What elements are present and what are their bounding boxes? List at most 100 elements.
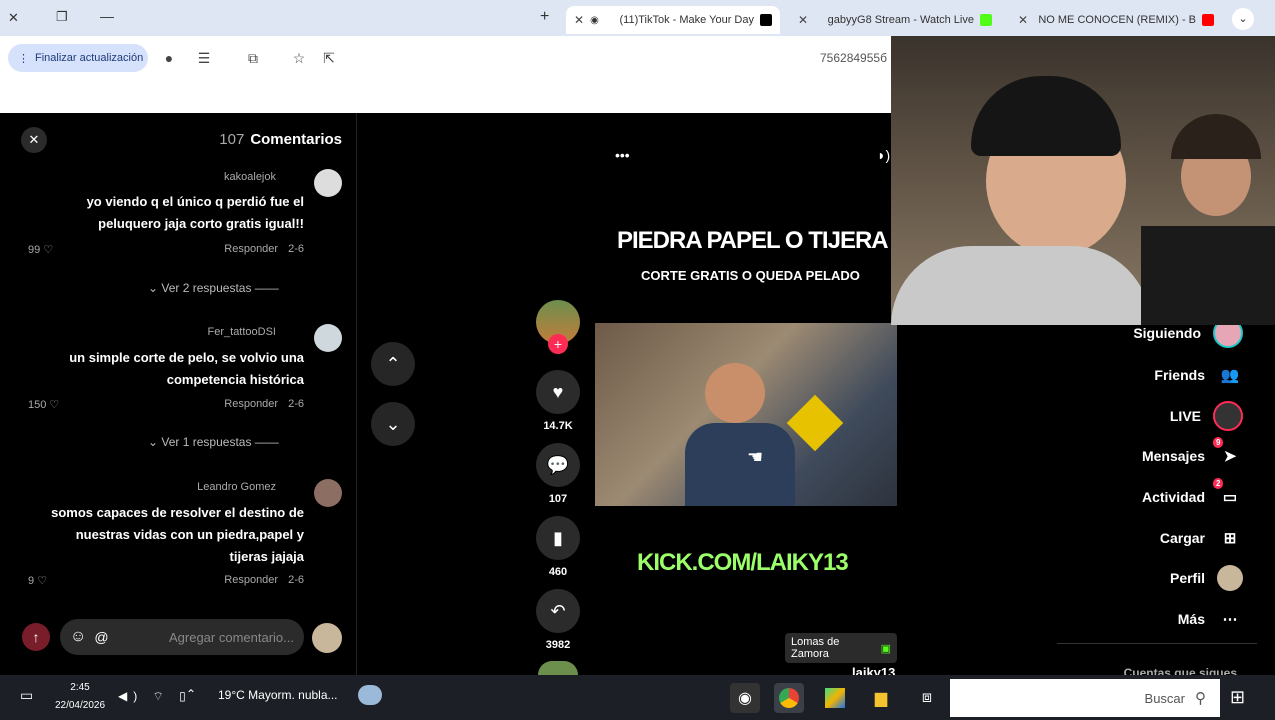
reply-button[interactable]: Responder — [224, 243, 278, 255]
restore-window-icon[interactable]: ❐ — [56, 9, 68, 25]
profile-icon[interactable]: ● — [158, 48, 180, 68]
chrome-app-icon[interactable] — [774, 683, 804, 713]
search-icon: ⚲ — [1195, 690, 1206, 707]
view-replies-button[interactable]: ⌄ Ver 1 respuestas —— — [148, 435, 279, 449]
file-explorer-icon[interactable]: ▆ — [866, 683, 896, 713]
browser-tab-bar: ✕ ❐ — + ✕ ◉ (11)TikTok - Make Your Day ✕… — [0, 0, 1275, 36]
heart-outline-icon: ♡ — [37, 575, 48, 587]
close-comments-button[interactable]: ✕ — [21, 127, 47, 153]
comment-username[interactable]: Fer_tattooDSI — [208, 326, 276, 338]
task-view-icon[interactable]: ⧈ — [912, 683, 942, 713]
chrome-logo — [779, 688, 799, 708]
weather-widget[interactable]: 19°C Mayorm. nubla... — [218, 688, 338, 702]
extensions-icon[interactable]: ⧉ — [242, 48, 264, 68]
next-video-button[interactable]: ⌄ — [371, 402, 415, 446]
tiktok-icon — [760, 14, 772, 26]
close-window-icon[interactable]: ✕ — [8, 10, 24, 26]
comment-text: somos capaces de resolver el destino de … — [51, 505, 304, 564]
emoji-icon[interactable]: ☺ — [70, 628, 86, 646]
sidebar-item-friends[interactable]: Friends 👥 — [1154, 362, 1243, 388]
chevron-down-icon: ⌄ — [148, 435, 159, 449]
sidebar-item-actividad[interactable]: Actividad ▭ 2 — [1142, 478, 1243, 510]
more-options-icon[interactable]: ••• — [615, 147, 630, 163]
volume-icon[interactable]: ◗) — [877, 147, 890, 163]
reading-list-icon[interactable]: ☰ — [193, 48, 215, 68]
friends-icon: 👥 — [1220, 367, 1240, 384]
youtube-icon — [1202, 14, 1214, 26]
windows-taskbar: ▭ 2:45 22/04/2026 ◀) ⌔ ▯ ⌃ 19°C Mayorm. … — [0, 675, 1275, 720]
webcam-overlay — [891, 36, 1275, 325]
video-overlay-title: PIEDRA PAPEL O TIJERA — [617, 227, 889, 254]
share-button[interactable]: ↶ — [536, 589, 580, 633]
notification-icon[interactable]: ▭ — [20, 687, 33, 704]
new-tab-button[interactable]: + — [540, 8, 549, 26]
tab-youtube[interactable]: ✕ NO ME CONOCEN (REMIX) - B — [1010, 6, 1222, 34]
avatar — [312, 623, 342, 653]
tray-chevron-icon[interactable]: ⌃ — [186, 687, 196, 701]
comments-panel: ✕ 107 Comentarios kakoalejok yo viendo q… — [0, 113, 357, 675]
comment-input-placeholder: Agregar comentario... — [168, 629, 294, 645]
comment-button[interactable]: 💬 — [536, 443, 580, 487]
second-person-shirt — [1141, 226, 1275, 325]
comment-likes[interactable]: 99 ♡ — [28, 243, 53, 256]
comment-username[interactable]: kakoalejok — [224, 171, 276, 183]
close-tab-icon[interactable]: ✕ — [798, 13, 808, 27]
comment-username[interactable]: Leandro Gomez — [197, 481, 276, 493]
minimize-window-icon[interactable]: — — [100, 8, 114, 24]
comment-input[interactable]: ☺ @ Agregar comentario... — [60, 619, 304, 655]
like-button[interactable]: ♥ — [536, 370, 580, 414]
tab-search-icon[interactable]: ⌄ — [1232, 8, 1254, 30]
location-tag[interactable]: Lomas de Zamora ▣ — [785, 633, 897, 663]
obs-app-icon[interactable]: ◉ — [730, 683, 760, 713]
tab-tiktok[interactable]: ✕ ◉ (11)TikTok - Make Your Day — [566, 6, 780, 34]
heart-icon: ♥ — [552, 381, 564, 402]
comments-header: 107 Comentarios — [219, 131, 342, 148]
follow-plus-icon[interactable]: + — [548, 334, 568, 354]
reply-button[interactable]: Responder — [224, 574, 278, 586]
heart-outline-icon: ♡ — [49, 399, 60, 411]
cursor-hand-icon: ☚ — [747, 447, 764, 467]
message-badge: 9 — [1213, 437, 1224, 448]
system-tray-icons[interactable]: ◀) ⌔ ▯ — [118, 689, 192, 704]
close-tab-icon[interactable]: ✕ — [574, 13, 584, 27]
clock[interactable]: 2:45 22/04/2026 — [52, 679, 108, 715]
comment-text: yo viendo q el único q perdió fue el pel… — [86, 194, 304, 231]
chevron-down-icon: ⌄ — [385, 413, 401, 434]
save-count: 460 — [548, 566, 568, 578]
start-windows-icon[interactable]: ⊞ — [1230, 687, 1245, 708]
music-disc[interactable] — [538, 661, 578, 675]
comment-bubble-icon: 💬 — [546, 454, 570, 475]
avatar[interactable] — [314, 479, 342, 507]
comment-likes[interactable]: 150 ♡ — [28, 398, 59, 411]
sidebar-item-cargar[interactable]: Cargar ⊞ — [1160, 525, 1243, 551]
update-button[interactable]: ⋮ Finalizar actualización — [8, 44, 148, 72]
sidebar-item-mas[interactable]: Más ⋯ — [1178, 606, 1243, 632]
tab-kick[interactable]: ✕ gabyyG8 Stream - Watch Live — [790, 6, 1000, 34]
view-replies-button[interactable]: ⌄ Ver 2 respuestas —— — [148, 281, 279, 295]
address-bar[interactable]: 756284955б — [820, 51, 887, 65]
previous-video-button[interactable]: ⌃ — [371, 342, 415, 386]
comment-count: 107 — [548, 493, 568, 505]
sidebar-item-mensajes[interactable]: Mensajes ➤ 9 — [1142, 437, 1243, 469]
live-icon — [1213, 401, 1243, 431]
streamer-shirt — [891, 246, 1151, 325]
reply-button[interactable]: Responder — [224, 398, 278, 410]
bluestacks-app-icon[interactable] — [820, 683, 850, 713]
avatar[interactable] — [314, 324, 342, 352]
install-app-icon[interactable]: ⇱ — [318, 48, 340, 68]
taskbar-search[interactable]: Buscar ⚲ — [950, 679, 1220, 717]
mention-icon[interactable]: @ — [94, 629, 108, 645]
tab-title: (11)TikTok - Make Your Day — [619, 14, 755, 26]
bookmark-star-icon[interactable]: ☆ — [288, 48, 310, 68]
tab-title: gabyyG8 Stream - Watch Live — [827, 14, 974, 26]
comment-likes[interactable]: 9 ♡ — [28, 574, 47, 587]
sidebar-item-perfil[interactable]: Perfil — [1170, 565, 1243, 591]
avatar[interactable] — [314, 169, 342, 197]
save-button[interactable]: ▮ — [536, 516, 580, 560]
close-tab-icon[interactable]: ✕ — [1018, 13, 1028, 27]
send-comment-button[interactable]: ↑ — [22, 623, 50, 651]
video-frame[interactable]: ☚ — [595, 323, 918, 506]
sidebar-item-live[interactable]: LIVE — [1170, 401, 1243, 431]
second-person-hair — [1171, 114, 1261, 159]
bookmark-icon: ▮ — [553, 527, 563, 548]
